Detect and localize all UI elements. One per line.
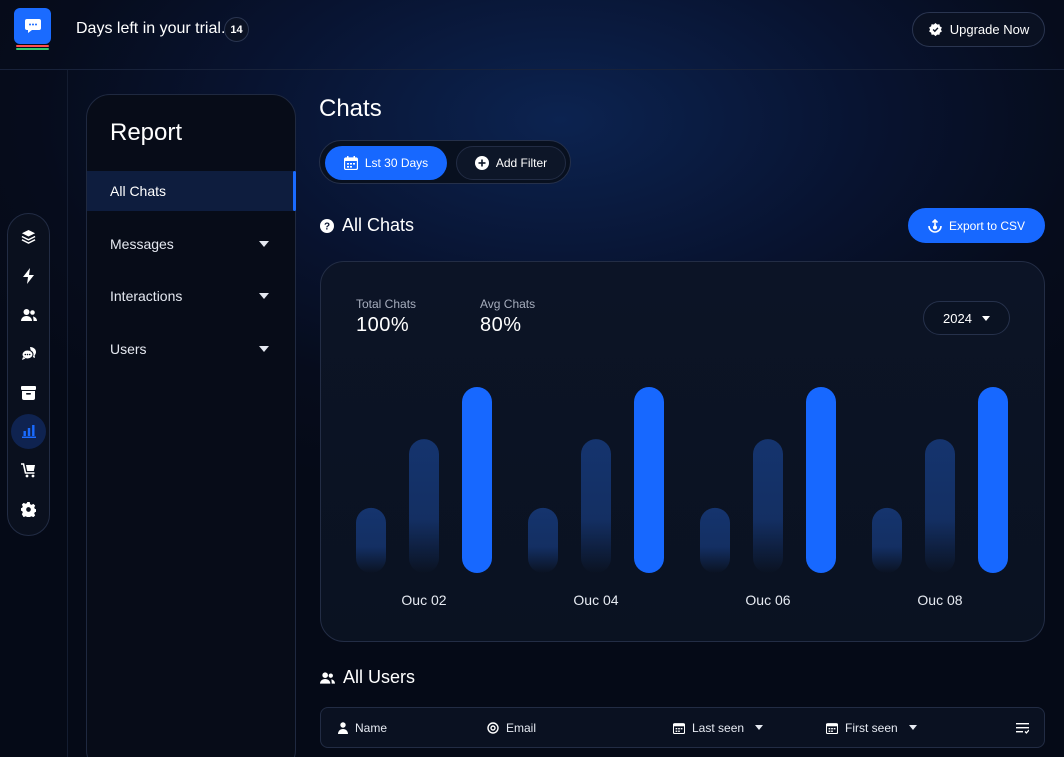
sidebar-item-label: Messages (110, 236, 174, 252)
caret-down-icon (259, 293, 269, 299)
filter-group: Lst 30 Days Add Filter (319, 140, 571, 184)
x-tick-label: Ouc 06 (745, 592, 790, 608)
chart-bar (806, 387, 836, 573)
badge-star-icon (928, 22, 942, 37)
chart-bar (925, 439, 955, 573)
sidebar-item-interactions[interactable]: Interactions (87, 276, 295, 316)
date-range-button[interactable]: Lst 30 Days (325, 146, 447, 180)
caret-down-icon (259, 241, 269, 247)
column-first-seen[interactable]: First seen (826, 708, 917, 747)
page-title: Chats (319, 95, 382, 122)
active-indicator (293, 171, 296, 211)
sidebar-item-label: All Chats (110, 183, 167, 199)
chat-bubbles-icon[interactable] (11, 336, 46, 371)
chart-bar (700, 507, 730, 573)
x-tick-label: Ouc 08 (917, 592, 962, 608)
column-email[interactable]: Email (487, 708, 536, 747)
left-divider (67, 70, 68, 757)
calendar-icon (826, 722, 838, 734)
archive-icon[interactable] (11, 375, 46, 410)
sidebar-item-messages[interactable]: Messages (87, 224, 295, 264)
users-icon (320, 671, 335, 684)
chart-bar (356, 507, 386, 573)
caret-down-icon (755, 725, 764, 730)
icon-rail (7, 213, 50, 536)
users-icon[interactable] (11, 297, 46, 332)
column-label: Email (506, 720, 537, 735)
chats-chart-card: Total Chats 100% Avg Chats 80% 2024 Ouc … (320, 261, 1045, 642)
chart-bar (634, 387, 664, 573)
all-chats-title: All Chats (342, 215, 415, 235)
sidebar-item-all-chats[interactable]: All Chats (87, 171, 296, 211)
caret-down-icon (259, 346, 269, 352)
app-logo[interactable] (14, 8, 51, 44)
report-panel: Report All Chats Messages Interactions U… (86, 94, 296, 757)
all-users-title: All Users (343, 667, 416, 687)
report-title: Report (110, 119, 183, 146)
plus-circle-icon (474, 156, 489, 170)
column-last-seen[interactable]: Last seen (673, 708, 764, 747)
cart-icon[interactable] (11, 453, 46, 488)
chart-bar (528, 507, 558, 573)
bar-chart-icon[interactable] (11, 414, 46, 449)
all-chats-heading: ? All Chats (320, 215, 414, 236)
bolt-icon[interactable] (11, 258, 46, 293)
chart-bar (753, 439, 783, 573)
layers-icon[interactable] (11, 219, 46, 254)
calendar-icon (673, 722, 685, 734)
column-label: Last seen (692, 720, 745, 735)
x-tick-label: Ouc 02 (401, 592, 446, 608)
add-filter-button[interactable]: Add Filter (456, 146, 566, 180)
upgrade-button[interactable]: Upgrade Now (912, 12, 1045, 47)
trial-text: Days left in your trial. (76, 20, 226, 37)
logo-stripes (16, 45, 49, 51)
sidebar-item-users[interactable]: Users (87, 329, 295, 369)
chart-bar (581, 439, 611, 573)
list-settings-icon (1016, 722, 1029, 734)
at-icon (487, 721, 499, 734)
person-icon (338, 721, 348, 734)
x-tick-label: Ouc 04 (573, 592, 618, 608)
bar-chart: Ouc 02 Ouc 04 Ouc 06 Ouc 08 (356, 387, 1008, 608)
add-filter-label: Add Filter (495, 156, 548, 170)
export-label: Export to CSV (948, 218, 1026, 233)
calendar-icon (343, 156, 358, 170)
chart-bar (978, 387, 1008, 573)
chart-bar (872, 507, 902, 573)
users-table-header: Name Email Last seen First seen (320, 707, 1045, 748)
date-range-label: Lst 30 Days (364, 156, 429, 170)
svg-text:?: ? (324, 221, 330, 232)
gear-icon[interactable] (11, 492, 46, 527)
upgrade-label: Upgrade Now (949, 22, 1030, 37)
chart-bar (409, 439, 439, 573)
sidebar-item-label: Users (110, 341, 147, 357)
trial-days-badge: 14 (224, 17, 249, 42)
export-icon (928, 218, 942, 233)
top-bar: Days left in your trial. 14 Upgrade Now (0, 0, 1064, 70)
column-label: Name (355, 720, 388, 735)
column-label: First seen (845, 720, 898, 735)
caret-down-icon (908, 725, 917, 730)
help-circle-icon: ? (320, 218, 334, 233)
export-csv-button[interactable]: Export to CSV (908, 208, 1045, 243)
column-settings-button[interactable] (1016, 708, 1029, 747)
chat-logo-icon (24, 19, 41, 33)
chart-bar (462, 387, 492, 573)
column-name[interactable]: Name (338, 708, 387, 747)
sidebar-item-label: Interactions (110, 288, 183, 304)
all-users-heading: All Users (320, 667, 415, 688)
